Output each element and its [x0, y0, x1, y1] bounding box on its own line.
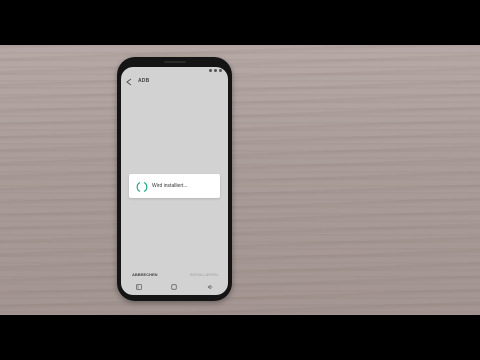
phone-screen: ADB Wird installiert... ABBRECHEN INSTAL…	[121, 67, 228, 295]
app-title: ADB	[138, 78, 150, 84]
status-bar	[121, 67, 228, 74]
status-dot-icon	[209, 69, 212, 72]
dialog-message: Wird installiert...	[152, 183, 188, 189]
wooden-table-background	[0, 45, 480, 315]
phone-device: ADB Wird installiert... ABBRECHEN INSTAL…	[117, 57, 232, 301]
status-icons	[209, 69, 222, 72]
status-dot-icon	[214, 69, 217, 72]
cancel-button[interactable]: ABBRECHEN	[132, 272, 158, 277]
status-dot-icon	[219, 69, 222, 72]
install-button[interactable]: INSTALLIEREN	[190, 272, 218, 277]
home-icon[interactable]	[171, 284, 178, 290]
installing-dialog: Wird installiert...	[129, 174, 220, 198]
recents-icon[interactable]	[135, 284, 142, 290]
back-icon[interactable]	[207, 284, 213, 290]
navigation-bar	[121, 279, 228, 295]
bottom-action-bar: ABBRECHEN INSTALLIEREN	[121, 269, 228, 279]
loading-spinner-icon	[136, 180, 148, 193]
back-arrow-icon[interactable]	[126, 78, 132, 86]
phone-earpiece	[164, 61, 186, 63]
app-bar: ADB	[121, 74, 228, 90]
